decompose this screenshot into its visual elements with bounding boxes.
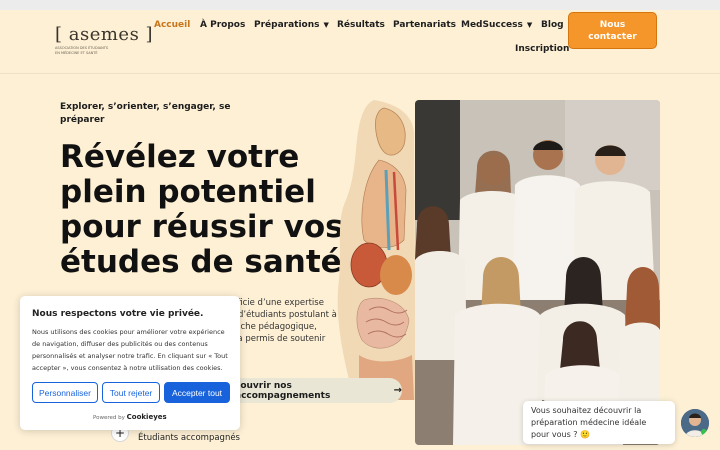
nav-item-label: Préparations: [254, 20, 320, 30]
chat-bubble[interactable]: Vous souhaitez découvrir la préparation …: [523, 401, 675, 444]
anatomy-illustration: [337, 100, 416, 400]
explore-accompagnements-button[interactable]: couvrir nos accompagnements →: [225, 378, 402, 403]
logo[interactable]: [ asemes ] ASSOCIATION DES ÉTUDIANTS EN …: [55, 24, 154, 58]
cookie-accept-button[interactable]: Accepter tout: [164, 382, 230, 403]
cookie-reject-button[interactable]: Tout rejeter: [102, 382, 160, 403]
chat-avatar-icon: [681, 409, 709, 437]
logo-text: [ asemes ]: [55, 24, 154, 45]
explore-button-label: couvrir nos accompagnements: [235, 380, 331, 401]
cookie-buttons: Personnaliser Tout rejeter Accepter tout: [32, 382, 230, 403]
site-header: [ asemes ] ASSOCIATION DES ÉTUDIANTS EN …: [0, 10, 720, 74]
browser-top-strip: [0, 0, 720, 10]
nav-item-blog[interactable]: Blog: [541, 20, 564, 30]
nav-item-medsuccess[interactable]: MedSuccess ▼: [461, 20, 532, 30]
nav-item-accueil[interactable]: Accueil: [154, 20, 190, 30]
contact-button[interactable]: Nous contacter: [568, 12, 657, 49]
chevron-down-icon: ▼: [323, 21, 329, 29]
powered-by-label: Powered by: [93, 415, 125, 421]
chat-avatar[interactable]: [681, 409, 709, 437]
nav-item-inscription[interactable]: Inscription: [515, 44, 569, 54]
nav-item-preparations[interactable]: Préparations ▼: [254, 20, 329, 30]
hero-headline: Révélez votre plein potentiel pour réuss…: [60, 139, 344, 280]
nav-item-a-propos[interactable]: À Propos: [200, 20, 245, 30]
logo-tagline: EN MÉDECINE ET SANTÉ: [55, 51, 98, 55]
nav-item-partenariats[interactable]: Partenariats: [393, 20, 456, 30]
cookieyes-logo: Cookieyes: [126, 413, 167, 421]
cookie-powered-by: Powered by Cookieyes: [93, 413, 167, 421]
chevron-down-icon: ▼: [526, 21, 533, 29]
nav-item-resultats[interactable]: Résultats: [337, 20, 385, 30]
nav-item-label: MedSuccess: [461, 20, 523, 30]
hero-eyebrow: Explorer, s’orienter, s’engager, se prép…: [60, 102, 231, 125]
cookie-customize-button[interactable]: Personnaliser: [32, 382, 98, 403]
cookie-title: Nous respectons votre vie privée.: [32, 309, 204, 319]
group-photo-illustration: [415, 100, 660, 445]
students-label: Étudiants accompagnés: [138, 433, 240, 443]
logo-tagline: ASSOCIATION DES ÉTUDIANTS: [55, 46, 109, 50]
cookie-text: Nous utilisons des cookies pour améliore…: [32, 328, 228, 372]
arrow-right-icon: →: [393, 385, 402, 396]
group-photo: [415, 100, 660, 445]
cookie-banner: Nous respectons votre vie privée. Nous u…: [20, 296, 240, 430]
